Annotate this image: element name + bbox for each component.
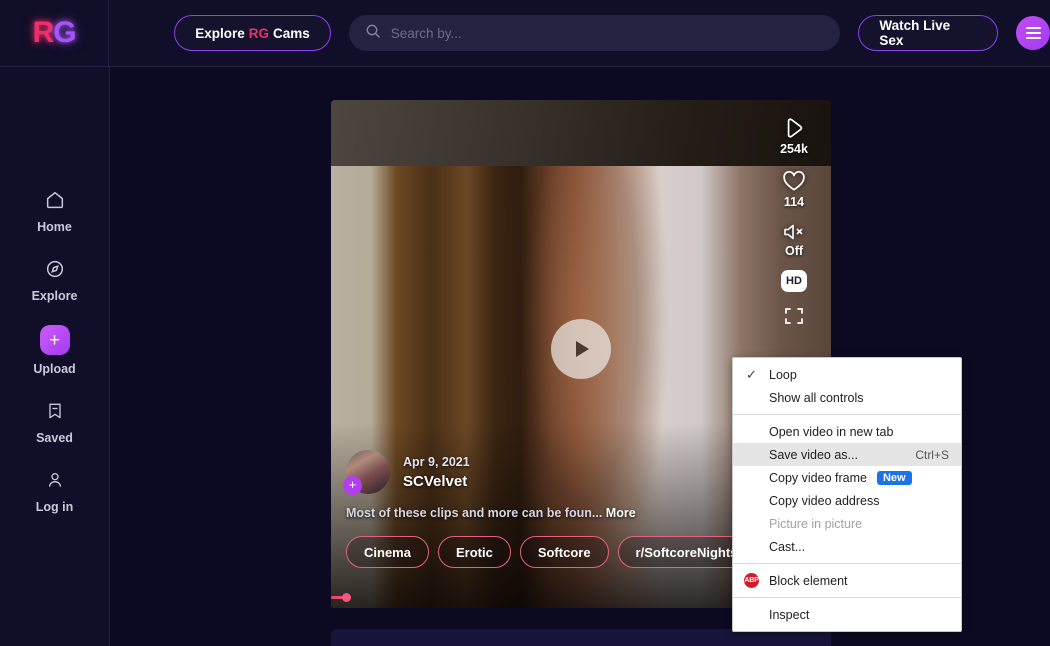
search-icon	[365, 23, 381, 44]
fullscreen-icon[interactable]	[770, 304, 818, 328]
menu-item-copy-video-address[interactable]: Copy video address	[733, 489, 961, 512]
sidebar-label-saved: Saved	[36, 431, 73, 445]
menu-item-copy-video-frame[interactable]: Copy video frame New	[733, 466, 961, 489]
menu-label: Picture in picture	[769, 517, 862, 531]
explore-cams-button[interactable]: Explore RG Cams	[174, 15, 331, 51]
uploader-info: Apr 9, 2021 SCVelvet	[403, 455, 470, 490]
top-header: RG Explore RG Cams Search by... Watch Li…	[0, 0, 1050, 67]
video-letterbox	[331, 100, 831, 166]
quality-toggle[interactable]: HD	[770, 270, 818, 292]
burger-line-3	[1026, 37, 1041, 39]
menu-label: Copy video frame	[769, 471, 867, 485]
sidebar-label-login: Log in	[36, 500, 74, 514]
menu-item-loop[interactable]: ✓ Loop	[733, 363, 961, 386]
menu-label: Save video as...	[769, 448, 858, 462]
tag-item[interactable]: Softcore	[520, 536, 609, 568]
search-input[interactable]: Search by...	[349, 15, 841, 51]
user-icon	[42, 467, 68, 493]
video-description: Most of these clips and more can be foun…	[346, 506, 771, 520]
burger-line-1	[1026, 27, 1041, 29]
menu-label: Loop	[769, 368, 797, 382]
menu-separator	[733, 563, 961, 564]
menu-shortcut: Ctrl+S	[915, 448, 949, 462]
sidebar-label-home: Home	[37, 220, 72, 234]
logo-letter-g: G	[53, 16, 75, 50]
like-button[interactable]: 114	[770, 168, 818, 209]
menu-item-save-video-as[interactable]: Save video as... Ctrl+S	[733, 443, 961, 466]
menu-item-open-video-new-tab[interactable]: Open video in new tab	[733, 420, 961, 443]
heart-icon	[770, 168, 818, 194]
sidebar-item-home[interactable]: Home	[0, 187, 109, 234]
more-link[interactable]: More	[606, 506, 636, 520]
menu-label: Block element	[769, 574, 848, 588]
hd-badge: HD	[781, 270, 807, 292]
like-count: 114	[770, 195, 818, 209]
tag-item[interactable]: Erotic	[438, 536, 511, 568]
video-action-rail: 254k 114	[770, 115, 818, 328]
app-root: RG Explore RG Cams Search by... Watch Li…	[0, 0, 1050, 646]
burger-line-2	[1026, 32, 1041, 34]
compass-icon	[42, 256, 68, 282]
tag-item[interactable]: Cinema	[346, 536, 429, 568]
play-icon	[576, 341, 589, 357]
hamburger-menu-icon[interactable]	[1016, 16, 1050, 50]
menu-label: Copy video address	[769, 494, 879, 508]
search-placeholder: Search by...	[391, 26, 462, 41]
explore-cams-post: Cams	[273, 26, 310, 41]
check-icon: ✓	[746, 367, 757, 383]
play-button[interactable]	[551, 319, 611, 379]
context-menu: ✓ Loop Show all controls Open video in n…	[732, 357, 962, 632]
views-counter[interactable]: 254k	[770, 115, 818, 156]
video-meta-top: + Apr 9, 2021 SCVelvet	[346, 450, 771, 494]
plus-icon: +	[40, 325, 70, 355]
menu-item-block-element[interactable]: ABP Block element	[733, 569, 961, 592]
menu-item-inspect[interactable]: Inspect	[733, 603, 961, 626]
progress-handle[interactable]	[342, 593, 351, 602]
menu-separator	[733, 597, 961, 598]
menu-item-cast[interactable]: Cast...	[733, 535, 961, 558]
menu-separator	[733, 414, 961, 415]
video-meta: + Apr 9, 2021 SCVelvet Most of these cli…	[346, 450, 771, 520]
sidebar-item-login[interactable]: Log in	[0, 467, 109, 514]
menu-item-picture-in-picture: Picture in picture	[733, 512, 961, 535]
follow-plus-icon[interactable]: +	[343, 476, 362, 495]
menu-label: Open video in new tab	[769, 425, 893, 439]
new-badge: New	[877, 471, 912, 485]
uploader-name[interactable]: SCVelvet	[403, 473, 470, 490]
menu-label: Cast...	[769, 540, 805, 554]
upload-date: Apr 9, 2021	[403, 455, 470, 469]
logo-letter-r: R	[33, 16, 54, 50]
sidebar-item-upload[interactable]: + Upload	[0, 325, 109, 376]
abp-icon: ABP	[744, 573, 759, 588]
views-count: 254k	[770, 142, 818, 156]
left-sidebar: Home Explore + Upload Saved	[0, 67, 110, 646]
volume-state: Off	[770, 244, 818, 258]
site-logo[interactable]: RG	[0, 0, 109, 67]
explore-cams-rg: RG	[249, 26, 269, 41]
menu-label: Inspect	[769, 608, 809, 622]
bookmark-icon	[42, 398, 68, 424]
sidebar-item-saved[interactable]: Saved	[0, 398, 109, 445]
tag-list: Cinema Erotic Softcore r/SoftcoreNights	[346, 536, 755, 568]
menu-item-show-all-controls[interactable]: Show all controls	[733, 386, 961, 409]
home-icon	[42, 187, 68, 213]
play-outline-icon	[770, 115, 818, 141]
description-text: Most of these clips and more can be foun…	[346, 506, 602, 520]
avatar[interactable]: +	[346, 450, 390, 494]
sidebar-label-explore: Explore	[32, 289, 78, 303]
explore-cams-pre: Explore	[195, 26, 245, 41]
sidebar-item-explore[interactable]: Explore	[0, 256, 109, 303]
speaker-muted-icon	[770, 221, 818, 243]
watch-live-sex-button[interactable]: Watch Live Sex	[858, 15, 998, 51]
sidebar-label-upload: Upload	[33, 362, 75, 376]
mute-toggle[interactable]: Off	[770, 221, 818, 258]
menu-label: Show all controls	[769, 391, 864, 405]
